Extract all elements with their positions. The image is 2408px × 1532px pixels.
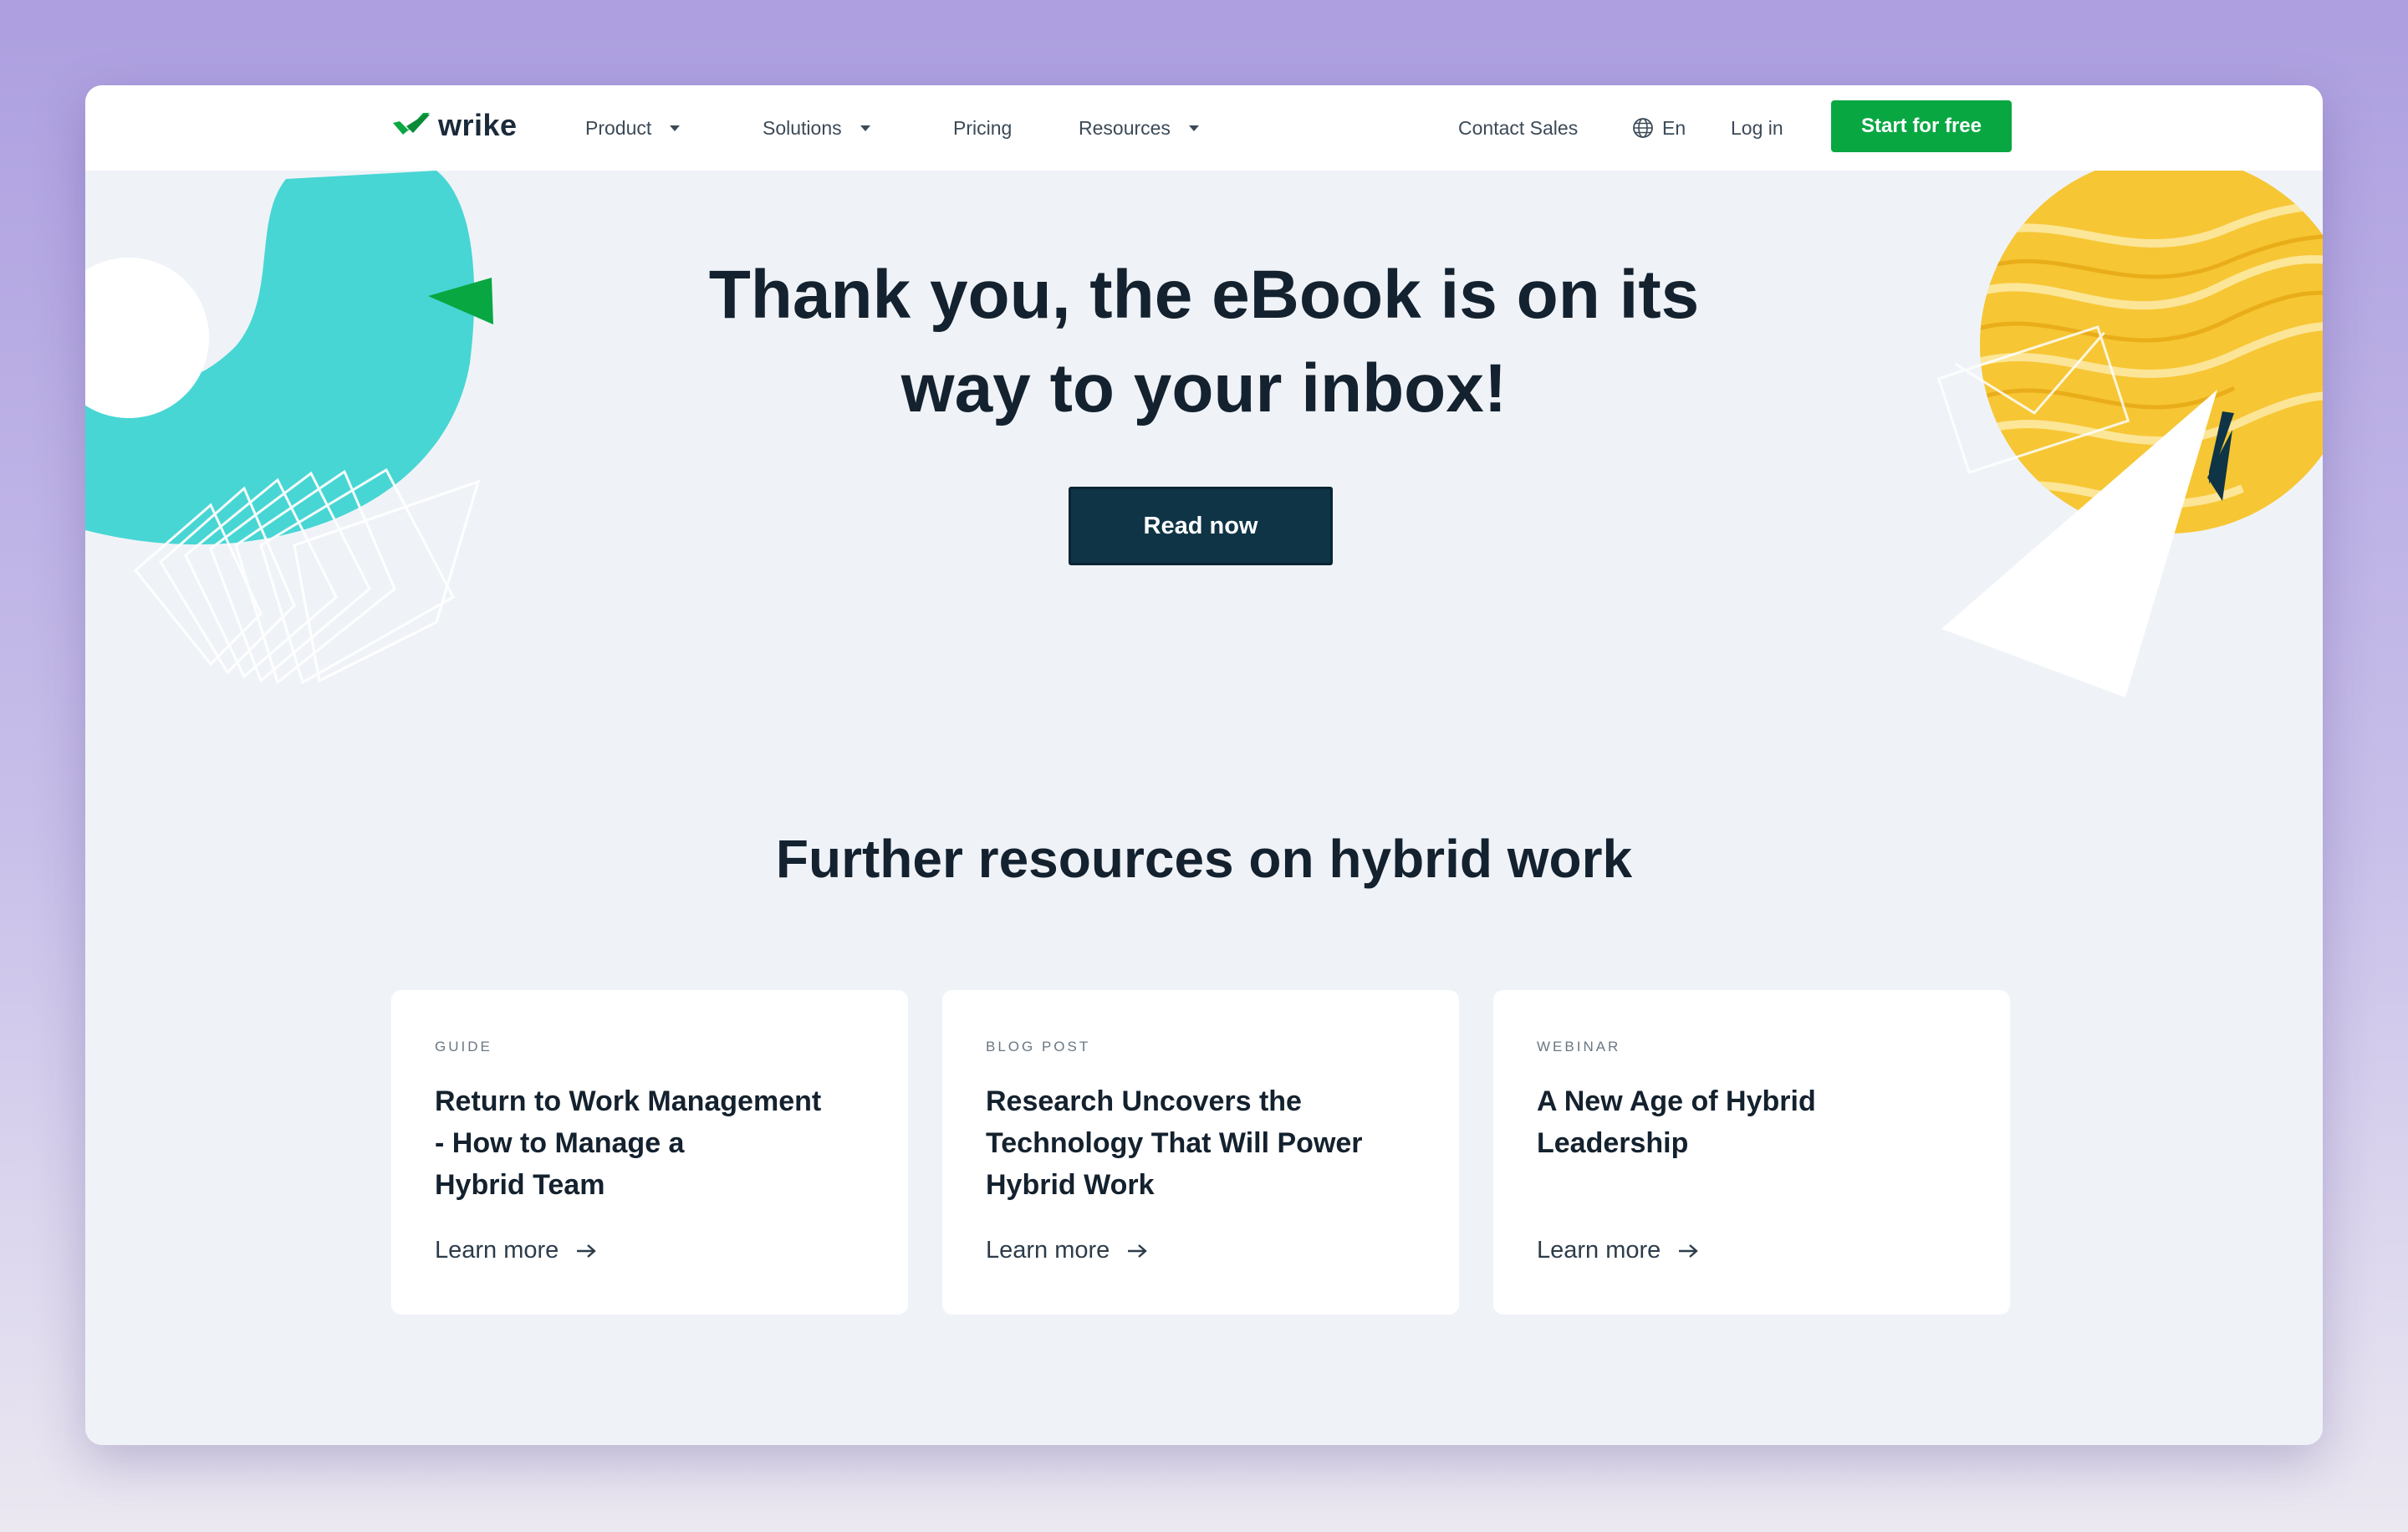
card-title: Return to Work Management - How to Manag… bbox=[435, 1080, 878, 1206]
arrow-right-icon bbox=[577, 1243, 597, 1258]
arrow-right-icon bbox=[1128, 1243, 1148, 1258]
learn-more-link[interactable]: Learn more bbox=[1537, 1237, 1701, 1264]
language-label: En bbox=[1662, 116, 1686, 139]
hero-title-line: way to your inbox! bbox=[900, 350, 1508, 426]
card-title-line: Research Uncovers the bbox=[986, 1085, 1302, 1117]
card-type-label: WEBINAR bbox=[1537, 1039, 1621, 1055]
card-title-line: Leadership bbox=[1537, 1127, 1689, 1159]
nav-item-resources[interactable]: Resources bbox=[1079, 85, 1199, 171]
resource-card-blog-post[interactable]: BLOG POST Research Uncovers the Technolo… bbox=[942, 990, 1459, 1315]
nav-item-pricing[interactable]: Pricing bbox=[953, 85, 1012, 171]
card-title: A New Age of Hybrid Leadership bbox=[1537, 1080, 1980, 1164]
caret-down-icon bbox=[1188, 125, 1199, 131]
nav-item-label: Pricing bbox=[953, 116, 1013, 139]
nav-item-solutions[interactable]: Solutions bbox=[763, 85, 870, 171]
nav-item-label: Product bbox=[585, 116, 652, 139]
login-label: Log in bbox=[1731, 116, 1783, 139]
section-title: Further resources on hybrid work bbox=[775, 829, 1633, 889]
card-title: Research Uncovers the Technology That Wi… bbox=[986, 1080, 1429, 1206]
contact-sales-label: Contact Sales bbox=[1458, 116, 1579, 139]
learn-more-link[interactable]: Learn more bbox=[435, 1237, 599, 1264]
start-for-free-button[interactable]: Start for free bbox=[1831, 100, 2012, 152]
card-title-line: A New Age of Hybrid bbox=[1537, 1085, 1816, 1117]
browser-window: wrike Product Solutions Pricing Resource… bbox=[85, 85, 2323, 1445]
read-now-button[interactable]: Read now bbox=[1069, 487, 1333, 565]
arrow-right-icon bbox=[1679, 1243, 1699, 1258]
card-title-line: Return to Work Management bbox=[435, 1085, 822, 1117]
hero-title: Thank you, the eBook is on its way to yo… bbox=[619, 248, 1789, 436]
learn-more-label: Learn more bbox=[986, 1237, 1110, 1264]
card-type-label: BLOG POST bbox=[986, 1039, 1091, 1055]
caret-down-icon bbox=[860, 125, 870, 131]
resource-card-guide[interactable]: GUIDE Return to Work Management - How to… bbox=[391, 990, 908, 1315]
resource-card-webinar[interactable]: WEBINAR A New Age of Hybrid Leadership L… bbox=[1493, 990, 2010, 1315]
globe-icon bbox=[1633, 118, 1653, 138]
wrike-logo[interactable]: wrike bbox=[391, 105, 518, 146]
learn-more-link[interactable]: Learn more bbox=[986, 1237, 1150, 1264]
learn-more-label: Learn more bbox=[435, 1237, 559, 1264]
card-title-line: - How to Manage a bbox=[435, 1127, 685, 1159]
card-type-label: GUIDE bbox=[435, 1039, 492, 1055]
logo-text: wrike bbox=[438, 108, 518, 142]
language-selector[interactable]: En bbox=[1632, 85, 1686, 171]
learn-more-label: Learn more bbox=[1537, 1237, 1661, 1264]
top-navigation: wrike Product Solutions Pricing Resource… bbox=[85, 85, 2323, 171]
right-hero-illustration bbox=[1936, 171, 2323, 697]
caret-down-icon bbox=[670, 125, 681, 131]
checkmark-logo-icon bbox=[393, 113, 430, 135]
nav-item-label: Solutions bbox=[763, 116, 842, 139]
card-title-line: Technology That Will Power bbox=[986, 1127, 1363, 1159]
contact-sales-link[interactable]: Contact Sales bbox=[1458, 85, 1578, 171]
card-title-line: Hybrid Team bbox=[435, 1169, 605, 1201]
login-link[interactable]: Log in bbox=[1731, 85, 1783, 171]
nav-item-product[interactable]: Product bbox=[585, 85, 681, 171]
hero-title-line: Thank you, the eBook is on its bbox=[708, 257, 1700, 333]
left-hero-illustration bbox=[85, 171, 493, 685]
card-title-line: Hybrid Work bbox=[986, 1169, 1155, 1201]
nav-item-label: Resources bbox=[1079, 116, 1171, 139]
